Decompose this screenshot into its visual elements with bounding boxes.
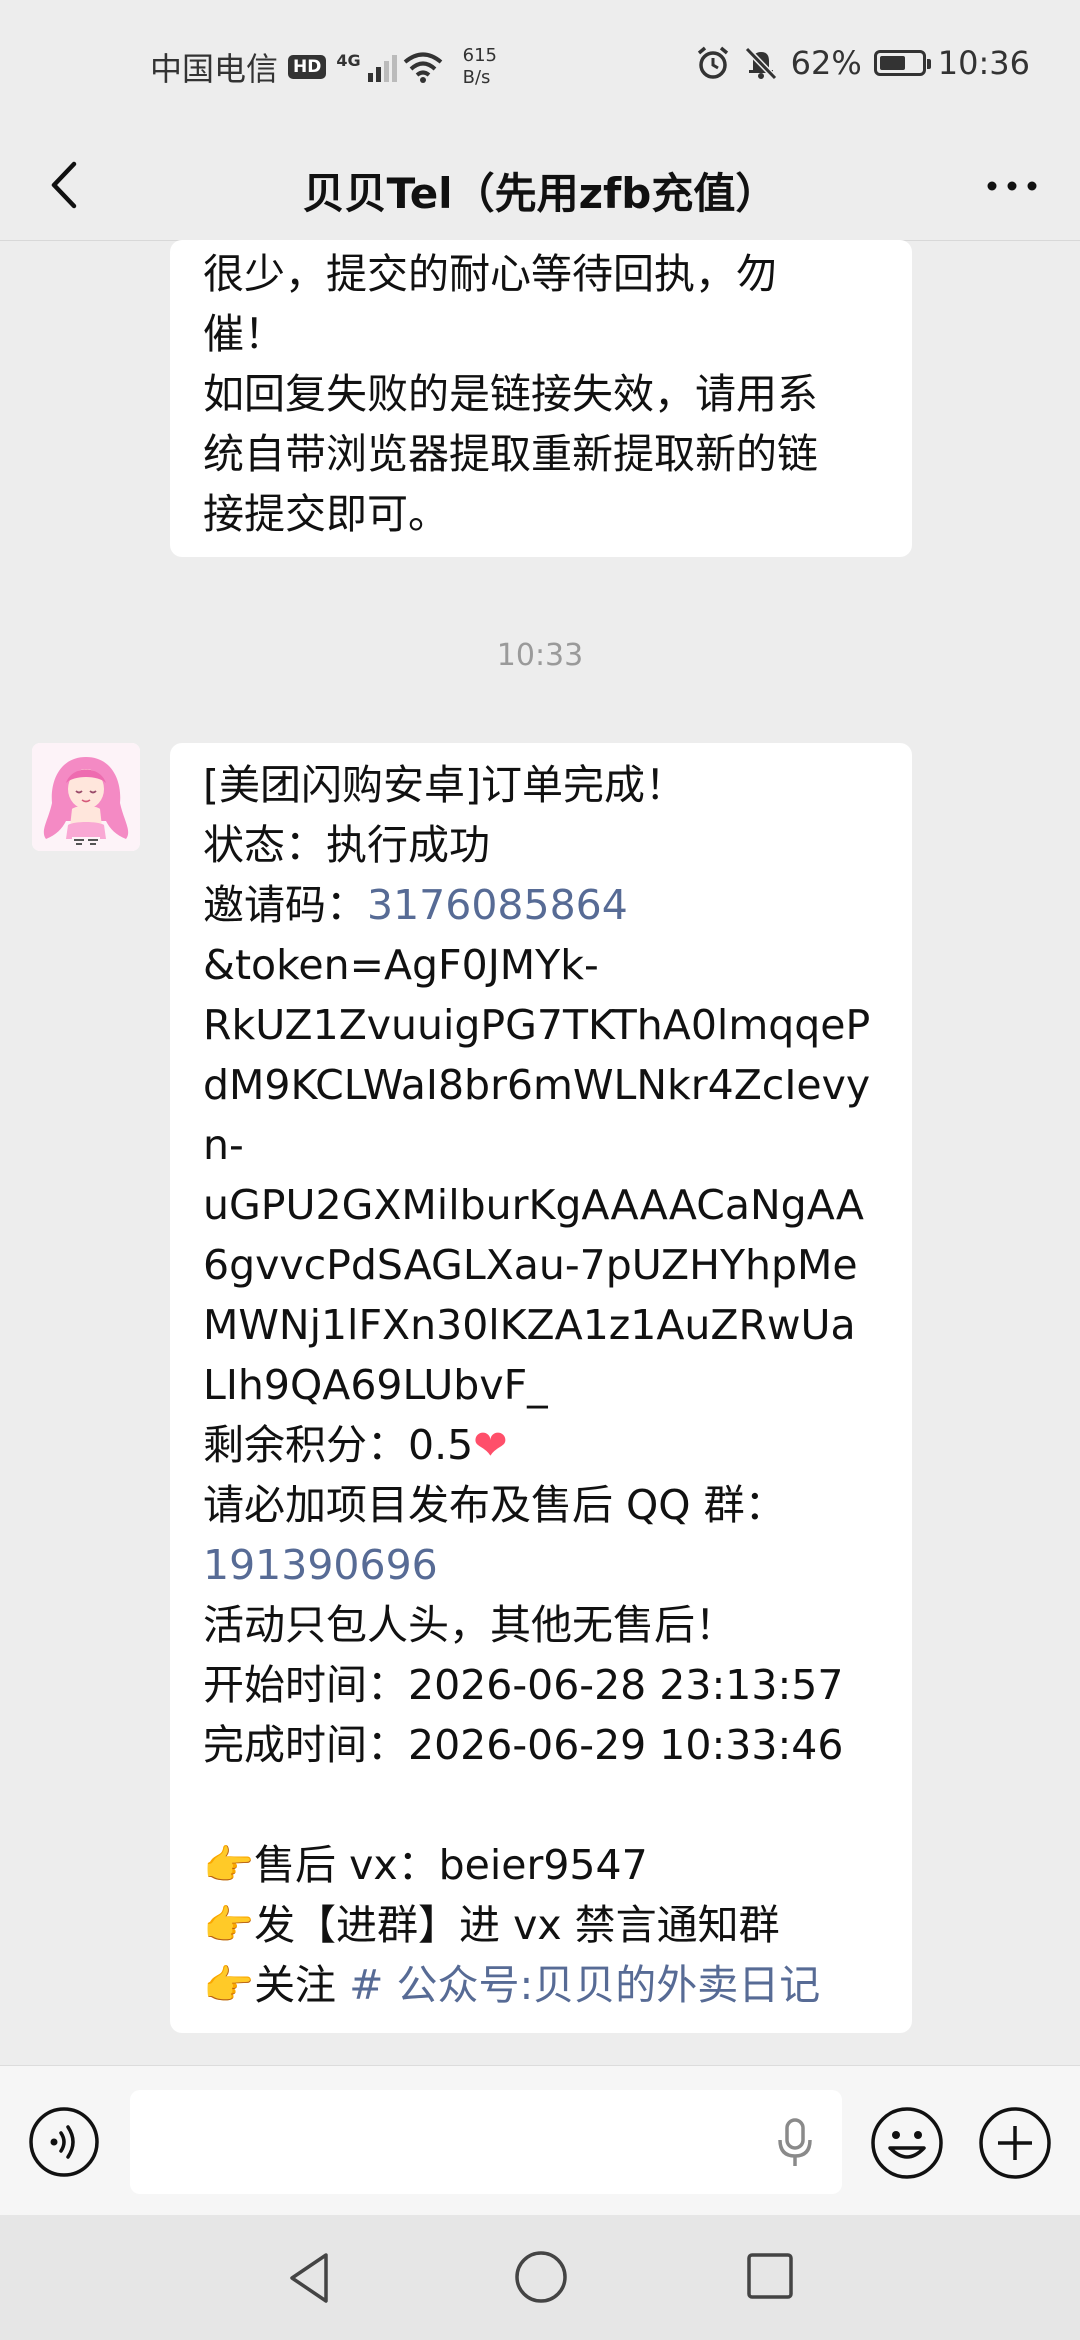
message-line: 如回复失败的是链接失效，请用系 bbox=[203, 370, 818, 418]
alarm-icon bbox=[697, 46, 728, 79]
battery-percent: 62% bbox=[790, 44, 862, 82]
speed-value: 615 bbox=[462, 45, 497, 66]
wifi-icon bbox=[403, 52, 442, 83]
points-label: 剩余积分：0.5 bbox=[203, 1421, 474, 1469]
join-group-line: 👉发【进群】进 vx 禁言通知群 bbox=[203, 1895, 880, 1955]
system-nav-bar bbox=[0, 2215, 1080, 2340]
message-line: 统自带浏览器提取重新提取新的链 bbox=[203, 430, 818, 478]
nav-recents-icon[interactable] bbox=[745, 2251, 795, 2301]
order-status-title: [美团闪购安卓]订单完成！ bbox=[203, 761, 686, 809]
follow-prefix: 关注 bbox=[254, 1961, 350, 2009]
token-line: uGPU2GXMilburKgAAAACaNgAA bbox=[203, 1181, 864, 1229]
token-line: &token=AgF0JMYk- bbox=[203, 941, 599, 989]
token-line: MWNj1lFXn30lKZA1z1AuZRwUa bbox=[203, 1301, 856, 1349]
nav-home-icon[interactable] bbox=[513, 2249, 569, 2305]
join-group-text: 发【进群】进 vx 禁言通知群 bbox=[254, 1901, 780, 1949]
message-timestamp: 10:33 bbox=[496, 638, 584, 673]
group-number-link[interactable]: 191390696 bbox=[203, 1535, 880, 1595]
token-line: dM9KCLWaI8br6mWLNkr4ZcIevy bbox=[203, 1061, 871, 1109]
official-account-link[interactable]: # 公众号:贝贝的外卖日记 bbox=[349, 1961, 820, 2009]
battery-icon bbox=[873, 50, 931, 76]
message-line: 接提交即可。 bbox=[203, 490, 449, 538]
status-left: 中国电信 HD 4G 615 B/s bbox=[150, 44, 497, 90]
message-line: 很少，提交的耐心等待回执，勿 bbox=[203, 250, 777, 298]
pointing-hand-icon: 👉 bbox=[203, 1901, 255, 1949]
voice-icon[interactable] bbox=[28, 2106, 100, 2178]
group-line: 请必加项目发布及售后 QQ 群： bbox=[203, 1481, 786, 1529]
status-bar: 中国电信 HD 4G 615 B/s 62% 10:36 bbox=[0, 0, 1080, 130]
status-right: 62% 10:36 bbox=[695, 44, 1030, 82]
chat-header: 贝贝Tel（先用zfb充值） bbox=[0, 130, 1080, 241]
network-speed: 615 B/s bbox=[463, 45, 497, 89]
chat-title: 贝贝Tel（先用zfb充值） bbox=[302, 169, 778, 218]
after-sales-line: 👉售后 vx：beier9547 bbox=[203, 1835, 880, 1895]
message-list[interactable]: 很少，提交的耐心等待回执，勿 催！ 如回复失败的是链接失效，请用系 统自带浏览器… bbox=[0, 240, 1080, 2065]
emoji-icon[interactable] bbox=[870, 2106, 944, 2180]
notice-line: 活动只包人头，其他无售后！ bbox=[203, 1601, 736, 1649]
pointing-hand-icon: 👉 bbox=[203, 1841, 255, 1889]
input-bar bbox=[0, 2065, 1080, 2216]
message-bubble[interactable]: 很少，提交的耐心等待回执，勿 催！ 如回复失败的是链接失效，请用系 统自带浏览器… bbox=[170, 240, 912, 557]
anime-girl-avatar-icon bbox=[32, 743, 140, 851]
token-line: LIh9QA69LUbvF_ bbox=[203, 1361, 548, 1409]
status-line: 状态：执行成功 bbox=[203, 821, 490, 869]
token-line: 6gvvcPdSAGLXau-7pUZHYhpMe bbox=[203, 1241, 858, 1289]
message-input[interactable] bbox=[130, 2090, 842, 2194]
carrier-name: 中国电信 bbox=[150, 50, 279, 88]
after-sales-text: 售后 vx：beier9547 bbox=[254, 1841, 648, 1889]
mic-icon[interactable] bbox=[770, 2116, 820, 2170]
token-line: n- bbox=[203, 1121, 244, 1169]
invite-label: 邀请码： bbox=[203, 881, 367, 929]
follow-line: 👉关注 # 公众号:贝贝的外卖日记 bbox=[203, 1955, 880, 2015]
token-line: RkUZ1ZvuuigPG7TKThA0lmqqeP bbox=[203, 1001, 871, 1049]
mute-icon bbox=[744, 46, 777, 81]
points-line: 剩余积分：0.5❤ bbox=[203, 1415, 880, 1475]
battery-fill bbox=[879, 56, 905, 70]
message-bubble[interactable]: [美团闪购安卓]订单完成！ 状态：执行成功 邀请码：3176085864 &to… bbox=[170, 743, 912, 2033]
hd-badge: HD bbox=[288, 55, 327, 79]
nav-back-icon[interactable] bbox=[282, 2249, 338, 2307]
signal-group: 4G bbox=[336, 51, 442, 83]
status-time: 10:36 bbox=[937, 44, 1030, 82]
plus-circle-icon[interactable] bbox=[978, 2106, 1052, 2180]
heart-icon: ❤ bbox=[473, 1421, 508, 1469]
more-dots-icon[interactable] bbox=[984, 166, 1040, 206]
avatar[interactable] bbox=[32, 743, 140, 851]
invite-line: 邀请码：3176085864 bbox=[203, 875, 880, 935]
network-type: 4G bbox=[336, 51, 361, 70]
start-time-line: 开始时间：2026-06-28 23:13:57 bbox=[203, 1661, 844, 1709]
pointing-hand-icon: 👉 bbox=[203, 1961, 255, 2009]
signal-icon bbox=[367, 55, 397, 82]
finish-time-line: 完成时间：2026-06-29 10:33:46 bbox=[203, 1721, 844, 1769]
speed-unit: B/s bbox=[462, 67, 491, 88]
invite-code-link[interactable]: 3176085864 bbox=[367, 881, 628, 929]
message-line: 催！ bbox=[203, 310, 285, 358]
